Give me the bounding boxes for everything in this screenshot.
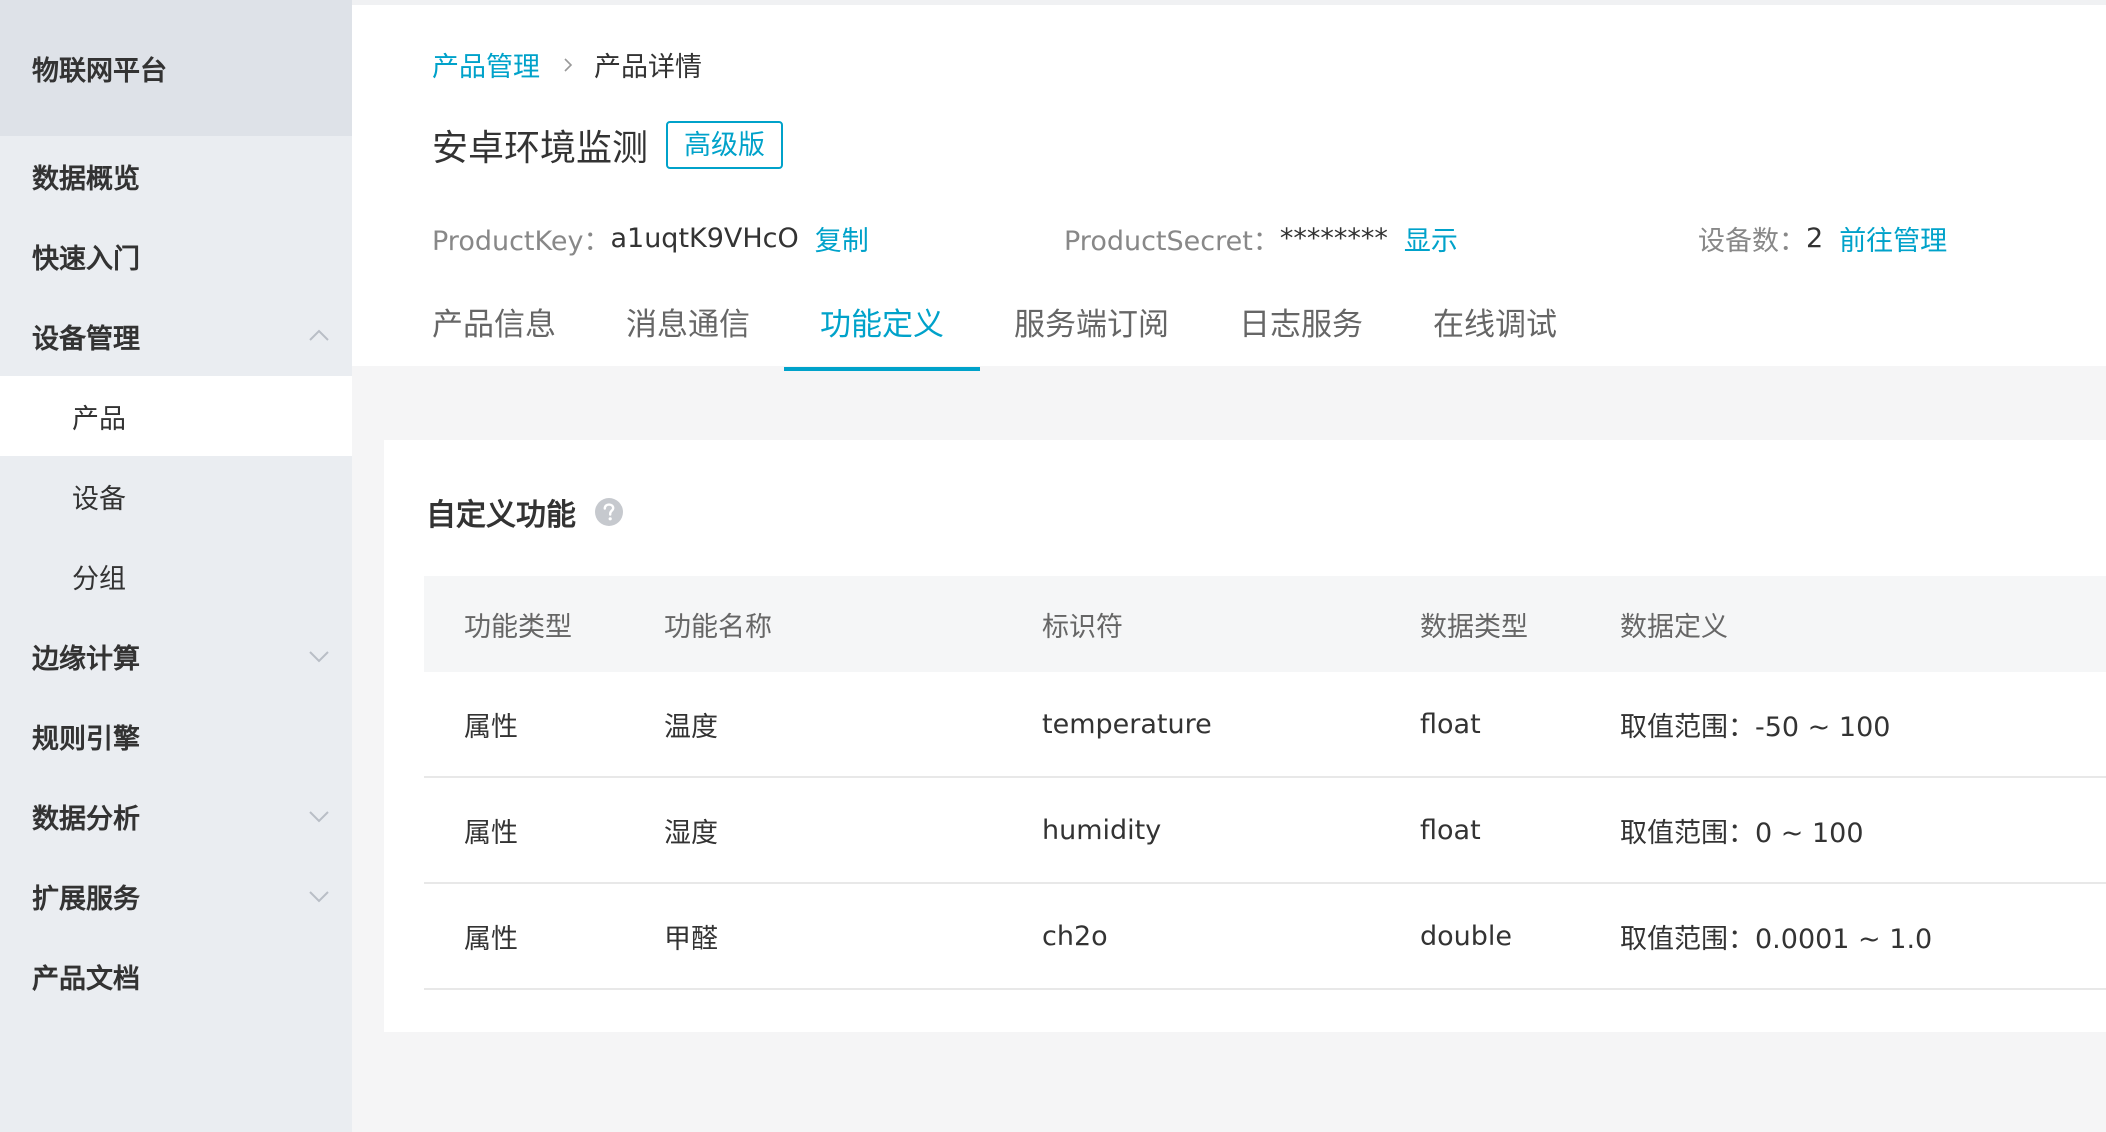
product-meta: ProductKey： a1uqtK9VHcO 复制 ProductSecret… — [352, 219, 2106, 258]
sidebar-item-product-docs[interactable]: 产品文档 — [0, 936, 352, 1016]
app-title: 物联网平台 — [0, 0, 352, 136]
show-secret-link[interactable]: 显示 — [1404, 219, 1458, 258]
table-header: 功能类型 功能名称 标识符 数据类型 数据定义 — [424, 576, 2106, 672]
tab-messaging[interactable]: 消息通信 — [626, 295, 750, 371]
table-row: 属性 甲醛 ch2o double 取值范围：0.0001 ~ 1.0 — [424, 884, 2106, 990]
edition-badge: 高级版 — [666, 121, 784, 169]
sidebar-item-label: 数据分析 — [32, 803, 140, 835]
sidebar-item-label: 产品 — [72, 403, 126, 435]
sidebar-item-rule-engine[interactable]: 规则引擎 — [0, 696, 352, 776]
cell-function-name: 温度 — [664, 711, 718, 743]
sidebar-item-label: 设备管理 — [32, 323, 140, 355]
chevron-down-icon — [309, 891, 329, 903]
chevron-up-icon — [309, 329, 329, 341]
device-count-value: 2 — [1806, 223, 1824, 254]
custom-functions-card: 自定义功能 功能类型 功能名称 标识符 数据类型 数据定义 属性 温度 temp… — [384, 440, 2106, 1032]
sidebar-item-label: 产品文档 — [32, 963, 140, 995]
cell-data-definition: 取值范围：-50 ~ 100 — [1620, 711, 1891, 743]
tab-function-definition[interactable]: 功能定义 — [784, 295, 980, 371]
sidebar-item-label: 设备 — [72, 483, 126, 515]
copy-key-link[interactable]: 复制 — [815, 219, 869, 258]
sidebar-item-label: 数据概览 — [32, 163, 140, 195]
sidebar-item-label: 边缘计算 — [32, 643, 140, 675]
tab-log-service[interactable]: 日志服务 — [1239, 295, 1363, 371]
column-header-identifier: 标识符 — [1042, 611, 1123, 643]
column-header-function-type: 功能类型 — [464, 611, 572, 643]
title-row: 安卓环境监测 高级版 — [432, 119, 784, 171]
cell-data-type: double — [1420, 920, 1513, 952]
tab-online-debug[interactable]: 在线调试 — [1433, 295, 1557, 371]
sidebar-item-label: 快速入门 — [32, 243, 140, 275]
question-circle-icon[interactable] — [594, 497, 624, 527]
sidebar-item-device-management[interactable]: 设备管理 — [0, 296, 352, 376]
sidebar-item-data-overview[interactable]: 数据概览 — [0, 136, 352, 216]
product-secret-meta: ProductSecret： ******** 显示 — [1064, 219, 1458, 258]
cell-data-type: float — [1420, 708, 1481, 740]
section-title: 自定义功能 — [426, 490, 624, 534]
chevron-down-icon — [309, 651, 329, 663]
cell-function-type: 属性 — [464, 711, 518, 743]
cell-data-definition: 取值范围：0.0001 ~ 1.0 — [1620, 923, 1933, 955]
chevron-down-icon — [309, 811, 329, 823]
sidebar-item-data-analysis[interactable]: 数据分析 — [0, 776, 352, 856]
product-key-value: a1uqtK9VHcO — [610, 223, 799, 254]
product-secret-label: ProductSecret： — [1064, 226, 1280, 257]
sidebar-item-quick-start[interactable]: 快速入门 — [0, 216, 352, 296]
breadcrumb: 产品管理 产品详情 — [432, 45, 702, 84]
tab-product-info[interactable]: 产品信息 — [432, 295, 556, 371]
column-header-function-name: 功能名称 — [664, 611, 772, 643]
sidebar-item-edge-computing[interactable]: 边缘计算 — [0, 616, 352, 696]
cell-function-name: 甲醛 — [664, 923, 718, 955]
sidebar: 物联网平台 数据概览 快速入门 设备管理 产品 设备 分组 边缘计算 规则引擎 … — [0, 0, 352, 1132]
cell-function-type: 属性 — [464, 817, 518, 849]
sidebar-item-label: 扩展服务 — [32, 883, 140, 915]
sidebar-item-devices[interactable]: 设备 — [0, 456, 352, 536]
product-secret-value: ******** — [1279, 223, 1388, 254]
functions-table: 功能类型 功能名称 标识符 数据类型 数据定义 属性 温度 temperatur… — [424, 576, 2106, 990]
breadcrumb-product-management-link[interactable]: 产品管理 — [432, 45, 540, 84]
sidebar-item-label: 规则引擎 — [32, 723, 140, 755]
cell-identifier: ch2o — [1042, 920, 1108, 952]
sidebar-item-label: 分组 — [72, 563, 126, 595]
product-tabs: 产品信息 消息通信 功能定义 服务端订阅 日志服务 在线调试 — [432, 295, 1627, 371]
breadcrumb-current: 产品详情 — [594, 52, 702, 83]
table-row: 属性 温度 temperature float 取值范围：-50 ~ 100 — [424, 672, 2106, 778]
device-count-label: 设备数： — [1698, 226, 1806, 257]
cell-identifier: temperature — [1042, 708, 1212, 740]
page-title: 安卓环境监测 — [432, 128, 649, 169]
table-row: 属性 湿度 humidity float 取值范围：0 ~ 100 — [424, 778, 2106, 884]
device-count-meta: 设备数： 2 前往管理 — [1698, 219, 1947, 258]
cell-data-type: float — [1420, 814, 1481, 846]
manage-devices-link[interactable]: 前往管理 — [1839, 219, 1947, 258]
app-root: 物联网平台 数据概览 快速入门 设备管理 产品 设备 分组 边缘计算 规则引擎 … — [0, 0, 2106, 1132]
cell-function-type: 属性 — [464, 923, 518, 955]
chevron-right-icon — [564, 57, 573, 72]
cell-identifier: humidity — [1042, 814, 1162, 846]
sidebar-item-products[interactable]: 产品 — [0, 376, 352, 456]
product-key-meta: ProductKey： a1uqtK9VHcO 复制 — [432, 219, 869, 258]
product-header: 产品管理 产品详情 安卓环境监测 高级版 ProductKey： a1uqtK9… — [352, 0, 2106, 371]
section-title-text: 自定义功能 — [426, 498, 576, 533]
column-header-data-type: 数据类型 — [1420, 611, 1528, 643]
sidebar-item-extended-services[interactable]: 扩展服务 — [0, 856, 352, 936]
sidebar-item-groups[interactable]: 分组 — [0, 536, 352, 616]
tab-server-subscription[interactable]: 服务端订阅 — [1014, 295, 1169, 371]
column-header-data-definition: 数据定义 — [1620, 611, 1728, 643]
cell-function-name: 湿度 — [664, 817, 718, 849]
product-key-label: ProductKey： — [432, 226, 611, 257]
cell-data-definition: 取值范围：0 ~ 100 — [1620, 817, 1864, 849]
